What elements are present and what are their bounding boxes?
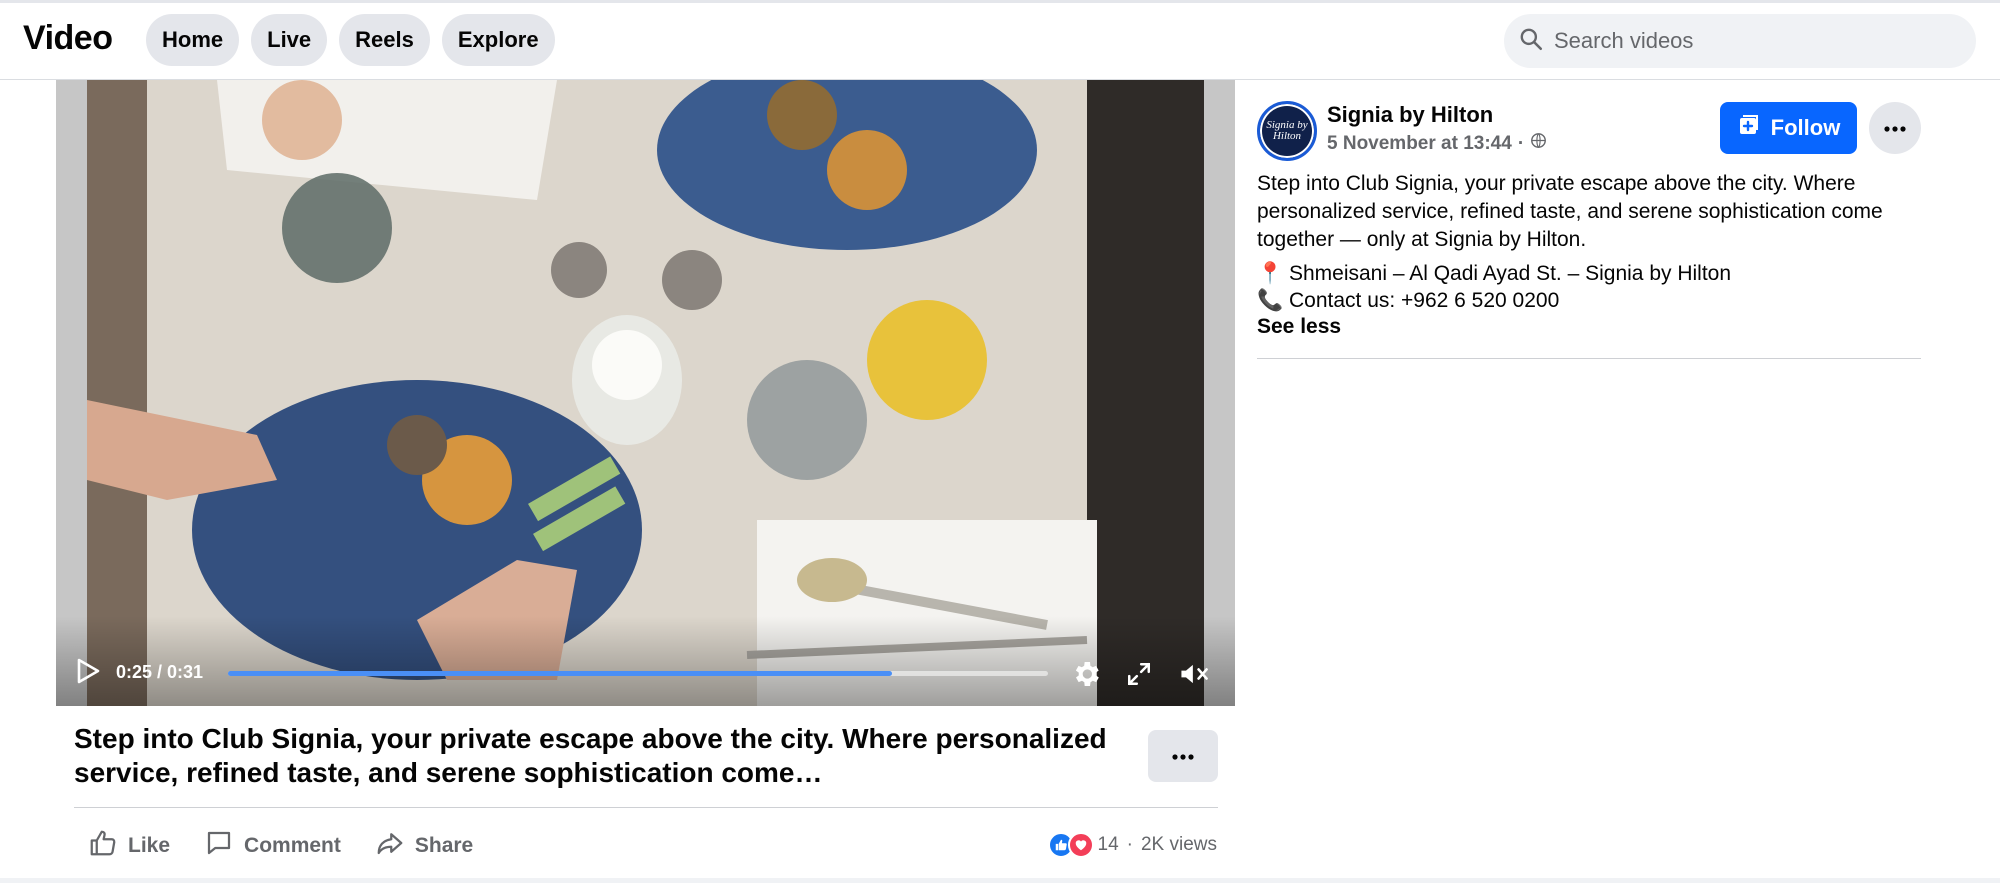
see-less-link[interactable]: See less xyxy=(1257,315,1341,339)
page-title: Video xyxy=(23,19,113,57)
main-content: 0:25 / 0:31 Step into Club Signia, your … xyxy=(0,80,2000,878)
more-options-button[interactable] xyxy=(1148,730,1218,782)
video-nav: Home Live Reels Explore xyxy=(146,14,555,66)
post-meta: 5 November at 13:44 · xyxy=(1327,132,1547,155)
nav-explore[interactable]: Explore xyxy=(441,14,555,66)
love-reaction-icon[interactable] xyxy=(1067,832,1094,858)
location-line: 📍 Shmeisani – Al Qadi Ayad St. – Signia … xyxy=(1257,262,1732,285)
page-name[interactable]: Signia by Hilton xyxy=(1327,102,1493,128)
nav-live[interactable]: Live xyxy=(251,14,328,66)
like-label: Like xyxy=(128,834,171,857)
fullscreen-icon[interactable] xyxy=(1126,661,1152,692)
settings-icon[interactable] xyxy=(1070,658,1102,695)
follow-button[interactable]: Follow xyxy=(1720,102,1857,154)
play-icon[interactable] xyxy=(76,658,100,689)
video-player[interactable]: 0:25 / 0:31 xyxy=(56,80,1235,706)
post-stats: 14 · 2K views xyxy=(1047,832,1217,858)
share-label: Share xyxy=(414,834,474,857)
share-button[interactable]: Share xyxy=(375,828,473,864)
nav-reels[interactable]: Reels xyxy=(339,14,430,66)
top-bar: Video Home Live Reels Explore xyxy=(0,0,2000,80)
controls-overlay xyxy=(56,616,1235,706)
divider xyxy=(74,807,1218,808)
search-icon xyxy=(1518,26,1544,57)
video-still xyxy=(87,80,1204,706)
comment-icon xyxy=(204,828,234,864)
time-display: 0:25 / 0:31 xyxy=(116,662,204,682)
video-frame[interactable] xyxy=(87,80,1204,706)
post-description: Step into Club Signia, your private esca… xyxy=(1257,172,1883,251)
meta-separator: · xyxy=(1517,132,1525,154)
follow-page-icon xyxy=(1737,113,1761,143)
nav-home[interactable]: Home xyxy=(146,14,240,66)
page-options-button[interactable] xyxy=(1869,102,1921,154)
more-icon xyxy=(1884,119,1906,137)
post-address-block: 📍 Shmeisani – Al Qadi Ayad St. – Signia … xyxy=(1257,260,1897,314)
comment-label: Comment xyxy=(244,834,341,857)
reactions-count[interactable]: 14 xyxy=(1098,834,1119,856)
progress-bar[interactable] xyxy=(228,671,1048,676)
avatar-logo-text: Signia by Hilton xyxy=(1266,119,1308,142)
video-caption: Step into Club Signia, your private esca… xyxy=(74,723,1107,788)
post-date[interactable]: 5 November at 13:44 xyxy=(1327,133,1512,155)
more-icon xyxy=(1172,747,1194,765)
progress-fill xyxy=(228,671,893,676)
stats-separator: · xyxy=(1126,834,1133,855)
share-icon xyxy=(375,828,405,864)
contact-line: 📞 Contact us: +962 6 520 0200 xyxy=(1257,289,1560,312)
views-count: 2K views xyxy=(1140,834,1217,855)
like-icon xyxy=(88,828,118,864)
page-avatar[interactable]: Signia by Hilton xyxy=(1257,101,1317,161)
post-actions: Like Comment Share xyxy=(88,828,473,864)
search-input[interactable] xyxy=(1554,28,1954,54)
like-button[interactable]: Like xyxy=(88,828,170,864)
follow-label: Follow xyxy=(1770,115,1841,140)
globe-icon xyxy=(1530,132,1547,155)
divider xyxy=(1257,358,1921,359)
search-box[interactable] xyxy=(1504,14,1976,68)
comment-button[interactable]: Comment xyxy=(204,828,341,864)
muted-icon[interactable] xyxy=(1178,659,1210,694)
